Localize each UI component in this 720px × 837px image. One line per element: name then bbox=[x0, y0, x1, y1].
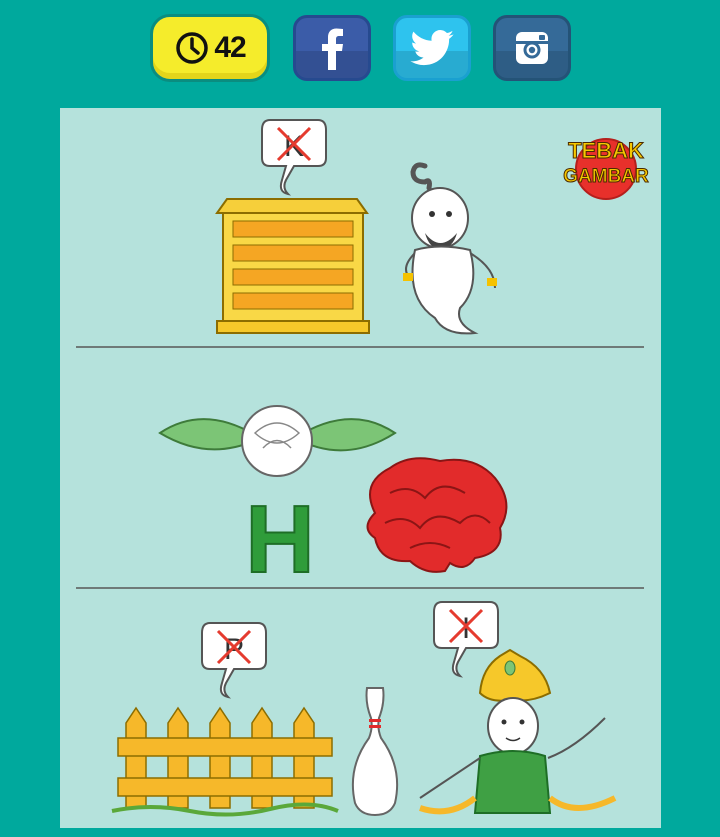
twitter-icon bbox=[410, 30, 454, 66]
letter-h-image: H bbox=[250, 485, 310, 578]
puzzle-board: TEBAK GAMBAR K H P I bbox=[60, 108, 661, 828]
logo-line1: TEBAK bbox=[568, 138, 644, 163]
instagram-icon bbox=[516, 32, 548, 64]
speech-bubble-p: P bbox=[201, 622, 267, 699]
row-divider-1 bbox=[76, 346, 644, 348]
bowling-pin-image bbox=[351, 687, 399, 817]
logo-line2: GAMBAR bbox=[563, 166, 649, 187]
genie-image bbox=[403, 162, 497, 335]
brain-image bbox=[366, 457, 508, 573]
prince-character-image bbox=[419, 648, 617, 815]
clock-icon bbox=[176, 32, 209, 64]
shelf-image bbox=[215, 198, 370, 334]
speech-bubble-k: K bbox=[261, 119, 327, 196]
facebook-button[interactable] bbox=[293, 15, 371, 81]
row-divider-2 bbox=[76, 587, 644, 589]
tebak-gambar-logo: TEBAK GAMBAR bbox=[563, 138, 650, 200]
facebook-icon bbox=[322, 28, 343, 70]
fence-image bbox=[111, 706, 339, 817]
instagram-button[interactable] bbox=[493, 15, 571, 81]
timer-badge: 42 bbox=[150, 14, 270, 82]
puzzle-letter-h: H bbox=[250, 486, 310, 578]
timer-value: 42 bbox=[214, 31, 246, 64]
twitter-button[interactable] bbox=[393, 15, 471, 81]
